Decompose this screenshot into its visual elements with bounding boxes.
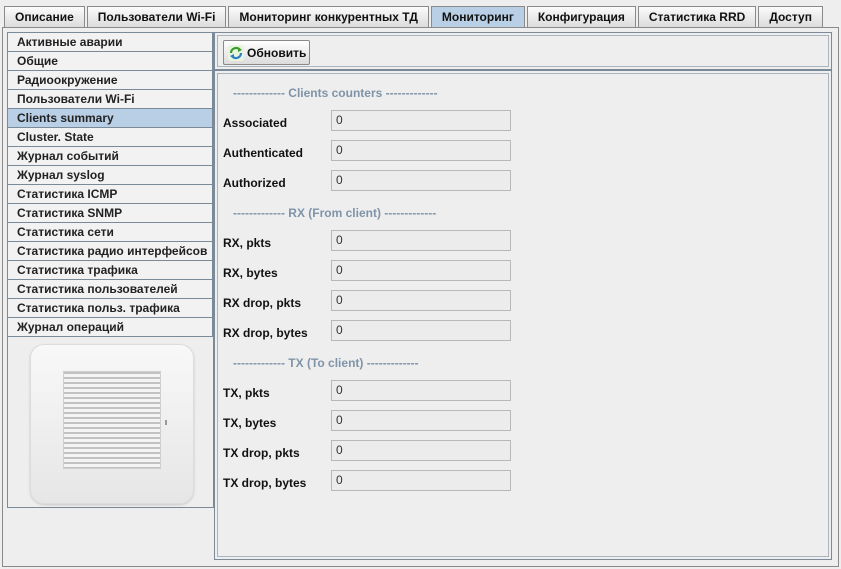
sidebar-item-clients-summary[interactable]: Clients summary bbox=[8, 109, 213, 128]
tx-drop-bytes-field: 0 bbox=[331, 470, 511, 491]
tab-description[interactable]: Описание bbox=[4, 6, 85, 27]
tab-rrd-statistics[interactable]: Статистика RRD bbox=[637, 6, 757, 27]
tx-bytes-field: 0 bbox=[331, 410, 511, 431]
tx-drop-pkts-label: TX drop, pkts bbox=[223, 446, 300, 460]
rx-drop-pkts-label: RX drop, pkts bbox=[223, 296, 302, 310]
tab-configuration[interactable]: Конфигурация bbox=[526, 6, 636, 27]
refresh-icon bbox=[228, 44, 244, 61]
sidebar-item-cluster-state[interactable]: Cluster. State bbox=[8, 128, 213, 147]
tx-drop-bytes-label: TX drop, bytes bbox=[223, 476, 307, 490]
authorized-label: Authorized bbox=[223, 176, 286, 190]
section-tx: ------------- TX (To client) -----------… bbox=[233, 356, 419, 370]
sidebar-item-icmp-stats[interactable]: Статистика ICMP bbox=[8, 185, 213, 204]
authenticated-label: Authenticated bbox=[223, 146, 304, 160]
tab-monitoring[interactable]: Мониторинг bbox=[430, 6, 525, 28]
device-led bbox=[165, 420, 167, 425]
clients-summary-panel: ------------- Clients counters ---------… bbox=[214, 70, 832, 560]
rx-drop-pkts-field: 0 bbox=[331, 290, 511, 311]
app-window: Описание Пользователи Wi-Fi Мониторинг к… bbox=[0, 0, 841, 569]
associated-label: Associated bbox=[223, 116, 288, 130]
device-grille bbox=[63, 371, 161, 469]
section-clients-counters: ------------- Clients counters ---------… bbox=[233, 86, 438, 100]
sidebar-item-event-log[interactable]: Журнал событий bbox=[8, 147, 213, 166]
associated-field: 0 bbox=[331, 110, 511, 131]
rx-pkts-label: RX, pkts bbox=[223, 236, 272, 250]
rx-drop-bytes-field: 0 bbox=[331, 320, 511, 341]
rx-pkts-field: 0 bbox=[331, 230, 511, 251]
sidebar-item-radio-interface-stats[interactable]: Статистика радио интерфейсов bbox=[8, 242, 213, 261]
tx-bytes-label: TX, bytes bbox=[223, 416, 277, 430]
rx-drop-bytes-label: RX drop, bytes bbox=[223, 326, 308, 340]
rx-bytes-field: 0 bbox=[331, 260, 511, 281]
authenticated-field: 0 bbox=[331, 140, 511, 161]
toolbar-inner: Обновить bbox=[217, 35, 829, 67]
authorized-field: 0 bbox=[331, 170, 511, 191]
sidebar-item-traffic-stats[interactable]: Статистика трафика bbox=[8, 261, 213, 280]
main-tabs: Описание Пользователи Wi-Fi Мониторинг к… bbox=[4, 6, 825, 28]
tab-divider bbox=[2, 27, 839, 28]
sidebar-item-user-traffic-stats[interactable]: Статистика польз. трафика bbox=[8, 299, 213, 318]
access-point-image bbox=[30, 344, 194, 504]
monitoring-sidebar: Активные аварии Общие Радиоокружение Пол… bbox=[7, 32, 214, 508]
tx-pkts-field: 0 bbox=[331, 380, 511, 401]
rx-bytes-label: RX, bytes bbox=[223, 266, 278, 280]
tx-pkts-label: TX, pkts bbox=[223, 386, 270, 400]
refresh-button[interactable]: Обновить bbox=[223, 40, 310, 65]
sidebar-item-wifi-users[interactable]: Пользователи Wi-Fi bbox=[8, 90, 213, 109]
sidebar-item-snmp-stats[interactable]: Статистика SNMP bbox=[8, 204, 213, 223]
refresh-button-label: Обновить bbox=[247, 45, 307, 60]
sidebar-item-network-stats[interactable]: Статистика сети bbox=[8, 223, 213, 242]
tx-drop-pkts-field: 0 bbox=[331, 440, 511, 461]
sidebar-item-radio-environment[interactable]: Радиоокружение bbox=[8, 71, 213, 90]
sidebar-item-operations-log[interactable]: Журнал операций bbox=[8, 318, 213, 337]
tab-access[interactable]: Доступ bbox=[758, 6, 823, 27]
toolbar: Обновить bbox=[214, 32, 832, 70]
section-rx: ------------- RX (From client) ---------… bbox=[233, 206, 437, 220]
tab-wifi-users[interactable]: Пользователи Wi-Fi bbox=[86, 6, 227, 27]
sidebar-item-general[interactable]: Общие bbox=[8, 52, 213, 71]
sidebar-item-active-alarms[interactable]: Активные аварии bbox=[8, 33, 213, 52]
sidebar-item-syslog[interactable]: Журнал syslog bbox=[8, 166, 213, 185]
tab-competitor-ap-monitoring[interactable]: Мониторинг конкурентных ТД bbox=[228, 6, 429, 27]
sidebar-item-user-stats[interactable]: Статистика пользователей bbox=[8, 280, 213, 299]
clients-summary-form: ------------- Clients counters ---------… bbox=[217, 73, 829, 557]
